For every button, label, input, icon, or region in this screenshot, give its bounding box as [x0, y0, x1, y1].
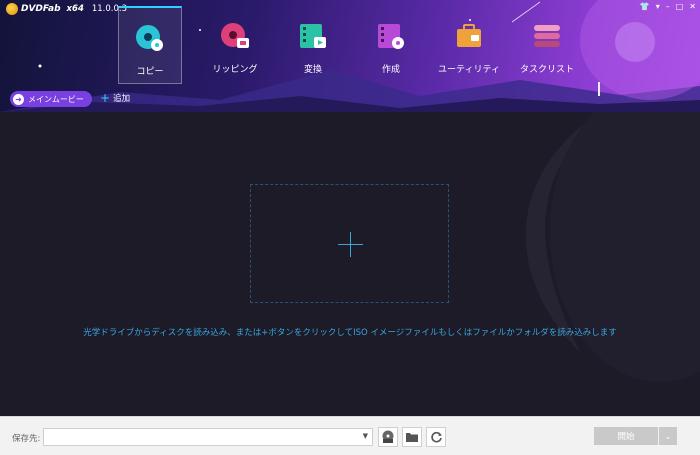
nav-converter-label: 変換: [303, 65, 322, 75]
add-button[interactable]: + 追加: [100, 92, 130, 104]
iso-button[interactable]: [378, 427, 398, 447]
add-plus-icon-vertical: [350, 232, 351, 257]
browse-folder-button[interactable]: [402, 427, 422, 447]
maximize-icon[interactable]: □: [676, 2, 684, 11]
dropdown-caret-icon: ▼: [362, 432, 368, 440]
nav-copy-label: コピー: [136, 67, 164, 77]
folder-icon: [406, 433, 418, 442]
app-header: DVDFab x64 11.0.0.3 👕 ▾ – □ ✕ コピー リッピング: [0, 0, 700, 112]
nav-task-list-label: タスクリスト: [519, 65, 574, 75]
app-brand: DVDFab: [21, 4, 61, 14]
arrow-right-icon: ➜: [13, 93, 24, 105]
copy-disc-icon: [136, 25, 163, 51]
dvdfab-logo-icon: [6, 3, 18, 15]
nav-converter[interactable]: 変換: [274, 6, 352, 84]
main-movie-button[interactable]: ➜ メインムービー: [10, 91, 92, 107]
start-options-button[interactable]: ⌄: [659, 427, 677, 445]
main-movie-label: メインムービー: [28, 94, 84, 104]
drop-zone[interactable]: [250, 184, 449, 303]
nav-task-list[interactable]: タスクリスト: [508, 6, 586, 84]
creator-film-icon: [378, 24, 404, 49]
toolbox-icon: [457, 24, 481, 47]
nav-utility[interactable]: ユーティリティ: [430, 6, 508, 84]
minimize-icon[interactable]: –: [666, 2, 670, 11]
refresh-button[interactable]: [426, 427, 446, 447]
nav-copy[interactable]: コピー: [118, 6, 182, 84]
add-label: 追加: [113, 94, 131, 104]
nav-creator[interactable]: 作成: [352, 6, 430, 84]
chevron-down-icon: ⌄: [664, 431, 672, 441]
nav-creator-label: 作成: [381, 65, 400, 75]
window-controls: 👕 ▾ – □ ✕: [640, 2, 696, 11]
refresh-icon: [430, 431, 442, 442]
shirt-icon[interactable]: 👕: [640, 2, 650, 11]
load-hint-text: 光学ドライブからディスクを読み込み、または+ボタンをクリックしてISO イメージ…: [83, 328, 617, 338]
plus-icon: +: [100, 91, 111, 105]
save-to-select[interactable]: ▼: [43, 428, 373, 446]
start-button[interactable]: 開始: [594, 427, 658, 445]
save-to-label: 保存先:: [12, 434, 41, 444]
menu-icon[interactable]: ▾: [656, 2, 660, 11]
main-content: 光学ドライブからディスクを読み込み、または+ボタンをクリックしてISO イメージ…: [0, 112, 700, 416]
task-list-icon: [534, 25, 560, 47]
app-arch: x64: [66, 4, 84, 14]
nav-ripper-label: リッピング: [212, 65, 258, 75]
module-nav: コピー リッピング 変換 作成 ユーティリティ タスクリスト: [118, 6, 586, 84]
converter-film-icon: [300, 24, 326, 48]
close-icon[interactable]: ✕: [689, 2, 696, 11]
bottom-bar: 保存先: ▼ 開始 ⌄: [0, 416, 700, 455]
nav-ripper[interactable]: リッピング: [196, 6, 274, 84]
iso-disc-icon: [382, 430, 394, 443]
nav-utility-label: ユーティリティ: [438, 65, 500, 75]
ripper-disc-icon: [221, 23, 249, 48]
app-logo: DVDFab x64 11.0.0.3: [6, 3, 127, 15]
